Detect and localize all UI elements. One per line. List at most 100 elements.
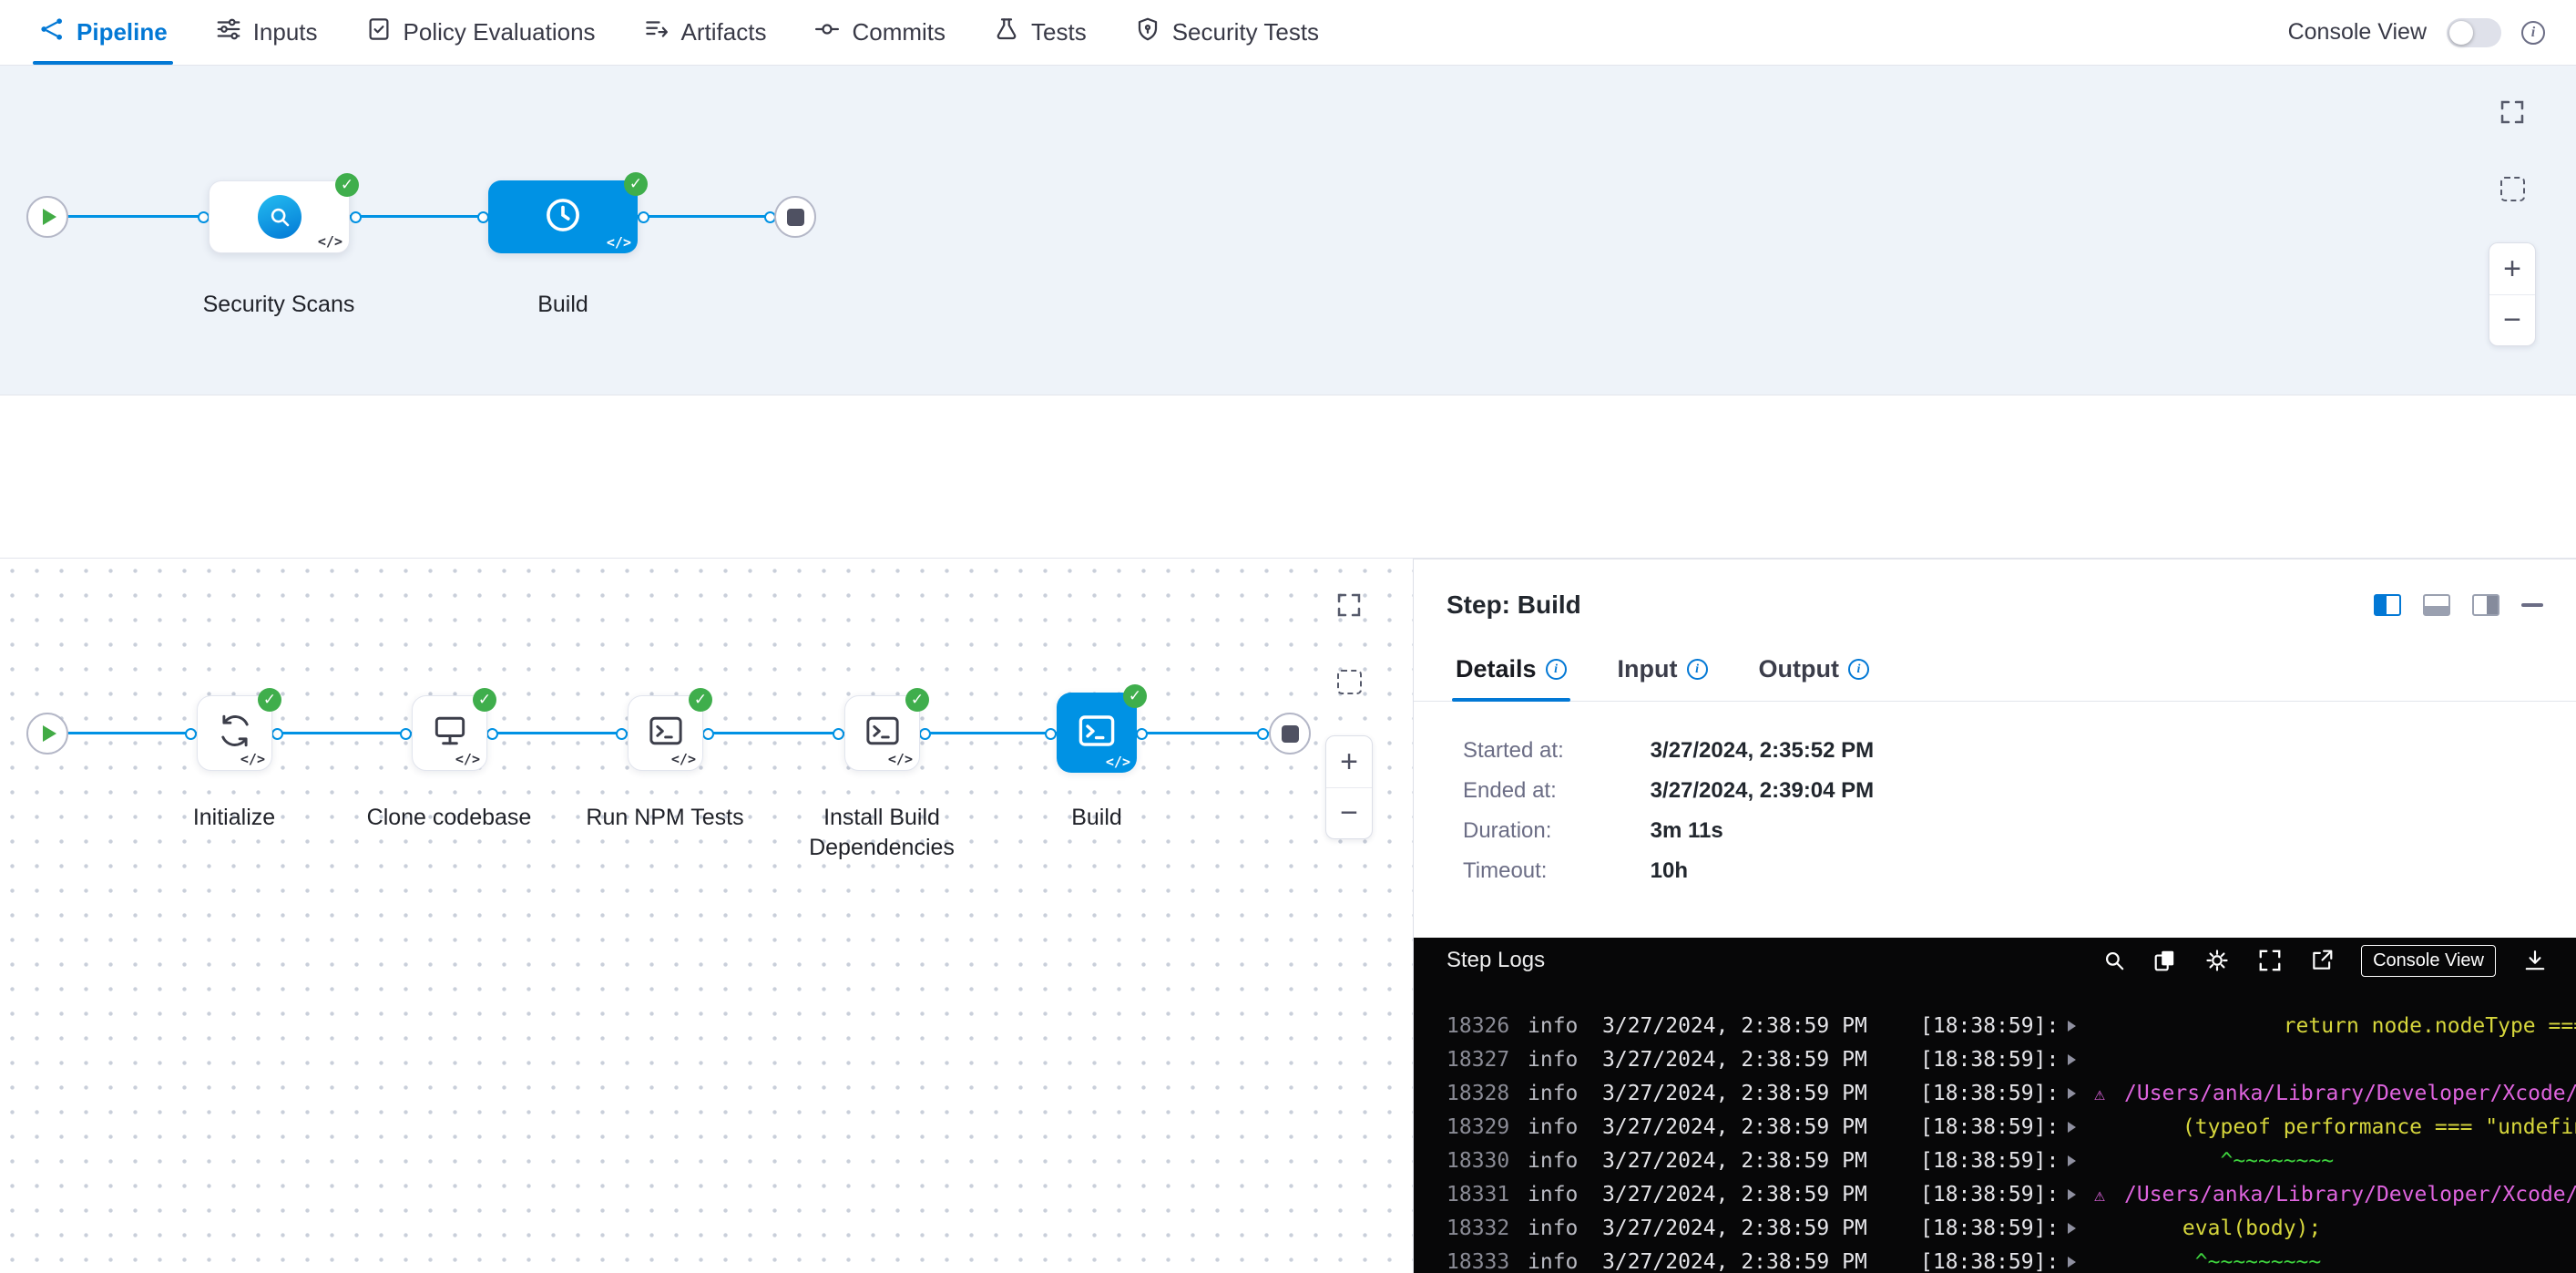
tab-label: Policy Evaluations bbox=[404, 18, 596, 46]
warning-icon bbox=[2094, 1184, 2124, 1206]
fullscreen-icon[interactable] bbox=[2257, 948, 2283, 973]
terminal-icon bbox=[1075, 709, 1119, 757]
expand-marker-icon[interactable] bbox=[2068, 1088, 2094, 1099]
log-level: info bbox=[1528, 1250, 1602, 1273]
log-time: [18:38:59]: bbox=[1920, 1014, 2068, 1038]
tab-security-tests[interactable]: Security Tests bbox=[1110, 0, 1343, 65]
log-content: ^~~~~~~~~~ bbox=[2094, 1250, 2321, 1273]
log-time: [18:38:59]: bbox=[1920, 1048, 2068, 1072]
zoom-out-button[interactable]: − bbox=[2489, 294, 2535, 345]
panel-title: Step: Build bbox=[1446, 590, 1581, 620]
zoom-in-button[interactable]: + bbox=[1326, 736, 1372, 787]
log-line: 18326 info 3/27/2024, 2:38:59 PM [18:38:… bbox=[1446, 1009, 2576, 1042]
log-line-number: 18332 bbox=[1446, 1217, 1528, 1240]
panel-tabs: Details Input Output bbox=[1414, 638, 2576, 702]
step-label: Initialize bbox=[134, 803, 334, 833]
step-node-install-build-dependencies[interactable]: </> bbox=[844, 695, 920, 771]
log-date: 3/27/2024, 2:38:59 PM bbox=[1602, 1250, 1920, 1273]
console-view-toggle-label: Console View bbox=[2288, 19, 2427, 46]
console-view-toggle[interactable] bbox=[2447, 18, 2501, 47]
stage-graph-canvas[interactable]: </> Security Scans </> Build + − bbox=[0, 66, 2576, 395]
detail-row: Started at: 3/27/2024, 2:35:52 PM bbox=[1463, 738, 2576, 764]
zoom-controls: + − bbox=[2489, 242, 2536, 346]
expand-marker-icon[interactable] bbox=[2068, 1122, 2094, 1133]
expand-marker-icon[interactable] bbox=[2068, 1155, 2094, 1166]
collapse-panel-icon[interactable] bbox=[2521, 603, 2543, 607]
stage-end-node[interactable] bbox=[1269, 713, 1311, 755]
step-node-clone-codebase[interactable]: </> bbox=[412, 695, 487, 771]
expand-marker-icon[interactable] bbox=[2068, 1189, 2094, 1200]
search-icon[interactable] bbox=[2102, 949, 2126, 972]
layout-split-icon[interactable] bbox=[2374, 594, 2401, 616]
log-time: [18:38:59]: bbox=[1920, 1183, 2068, 1206]
code-tag-icon: </> bbox=[1106, 754, 1130, 770]
stage-start-node[interactable] bbox=[26, 713, 68, 755]
marquee-select-button[interactable] bbox=[1330, 662, 1368, 701]
expand-marker-icon[interactable] bbox=[2068, 1257, 2094, 1268]
log-content: /Users/anka/Library/Developer/Xcode/Deri… bbox=[2124, 1183, 2576, 1206]
step-label: Install Build Dependencies bbox=[782, 803, 982, 863]
step-node-initialize[interactable]: </> bbox=[197, 695, 272, 771]
connector-dot bbox=[919, 728, 931, 740]
step-label: Run NPM Tests bbox=[565, 803, 765, 833]
zoom-out-button[interactable]: − bbox=[1326, 787, 1372, 838]
logs-body[interactable]: 18326 info 3/27/2024, 2:38:59 PM [18:38:… bbox=[1414, 983, 2576, 1273]
log-date: 3/27/2024, 2:38:59 PM bbox=[1602, 1014, 1920, 1038]
tab-tests[interactable]: Tests bbox=[969, 0, 1110, 65]
log-date: 3/27/2024, 2:38:59 PM bbox=[1602, 1183, 1920, 1206]
open-external-icon[interactable] bbox=[2310, 949, 2334, 972]
log-date: 3/27/2024, 2:38:59 PM bbox=[1602, 1115, 1920, 1139]
step-node-build[interactable]: </> bbox=[1057, 693, 1137, 773]
expand-marker-icon[interactable] bbox=[2068, 1054, 2094, 1065]
copy-icon[interactable] bbox=[2153, 949, 2177, 972]
step-node-run-npm-tests[interactable]: </> bbox=[628, 695, 703, 771]
log-line: 18333 info 3/27/2024, 2:38:59 PM [18:38:… bbox=[1446, 1245, 2576, 1273]
pipeline-start-node[interactable] bbox=[26, 196, 68, 238]
fullscreen-button[interactable] bbox=[2493, 93, 2531, 131]
logs-toolbar: Console View bbox=[2102, 945, 2547, 977]
stage-label: Build bbox=[463, 290, 663, 320]
zoom-in-button[interactable]: + bbox=[2489, 243, 2535, 294]
log-level: info bbox=[1528, 1183, 1602, 1206]
details-list: Started at: 3/27/2024, 2:35:52 PM Ended … bbox=[1414, 702, 2576, 938]
download-icon[interactable] bbox=[2523, 949, 2547, 972]
build-stage-icon bbox=[542, 194, 584, 241]
tab-artifacts[interactable]: Artifacts bbox=[619, 0, 791, 65]
pipeline-end-node[interactable] bbox=[774, 196, 816, 238]
stage-node-security-scans[interactable]: </> bbox=[209, 180, 350, 253]
toggle-knob bbox=[2449, 21, 2473, 45]
play-icon bbox=[43, 209, 56, 225]
layout-right-icon[interactable] bbox=[2472, 594, 2499, 616]
log-line-number: 18329 bbox=[1446, 1115, 1528, 1139]
shield-icon bbox=[1134, 15, 1161, 49]
connector-dot bbox=[638, 211, 649, 223]
code-tag-icon: </> bbox=[888, 751, 913, 767]
tab-pipeline[interactable]: Pipeline bbox=[15, 0, 191, 65]
marquee-select-button[interactable] bbox=[2493, 169, 2531, 208]
console-view-button[interactable]: Console View bbox=[2361, 945, 2496, 977]
tab-output[interactable]: Output bbox=[1759, 638, 1869, 701]
tab-label: Commits bbox=[852, 18, 946, 46]
tab-details[interactable]: Details bbox=[1456, 638, 1567, 701]
fullscreen-button[interactable] bbox=[1330, 586, 1368, 624]
expand-marker-icon[interactable] bbox=[2068, 1223, 2094, 1234]
log-level: info bbox=[1528, 1149, 1602, 1173]
artifacts-icon bbox=[643, 15, 670, 49]
tab-inputs[interactable]: Inputs bbox=[191, 0, 342, 65]
step-graph-canvas[interactable]: </> Initialize </> Clone codebase </> Ru… bbox=[0, 559, 1413, 1273]
success-badge-icon bbox=[905, 688, 929, 712]
info-icon[interactable] bbox=[1848, 659, 1869, 680]
info-icon[interactable] bbox=[2521, 21, 2545, 45]
layout-bottom-icon[interactable] bbox=[2423, 594, 2450, 616]
tab-policy-evaluations[interactable]: Policy Evaluations bbox=[342, 0, 619, 65]
tab-input[interactable]: Input bbox=[1618, 638, 1708, 701]
info-icon[interactable] bbox=[1687, 659, 1708, 680]
settings-gear-icon[interactable] bbox=[2204, 948, 2230, 973]
tab-commits[interactable]: Commits bbox=[790, 0, 969, 65]
connector-dot bbox=[833, 728, 844, 740]
log-level: info bbox=[1528, 1014, 1602, 1038]
stage-node-build[interactable]: </> bbox=[488, 180, 638, 253]
log-line-number: 18331 bbox=[1446, 1183, 1528, 1206]
info-icon[interactable] bbox=[1546, 659, 1567, 680]
expand-marker-icon[interactable] bbox=[2068, 1021, 2094, 1032]
